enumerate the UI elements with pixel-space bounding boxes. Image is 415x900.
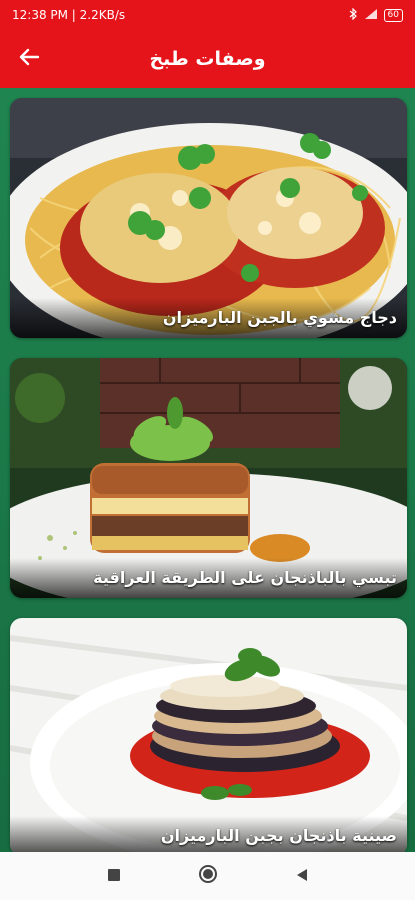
arrow-left-icon [19, 48, 40, 70]
recipe-card[interactable]: صينية باذنجان بجبن البارميزان [10, 618, 407, 856]
recipe-card[interactable]: دجاج مشوي بالجبن البارميزان [10, 98, 407, 338]
signal-icon [364, 8, 378, 23]
system-nav-bar [0, 852, 415, 900]
recents-button[interactable] [102, 864, 126, 888]
back-nav-button[interactable] [290, 864, 314, 888]
recipe-list[interactable]: دجاج مشوي بالجبن البارميزان تبسي بالباذن… [0, 88, 415, 856]
recipe-title: صينية باذنجان بجبن البارميزان [10, 816, 407, 856]
circle-icon [198, 864, 218, 888]
battery-icon: 60 [383, 8, 403, 22]
app-bar: وصفات طبخ [0, 30, 415, 88]
bluetooth-icon [348, 7, 358, 23]
status-bar: 12:38 PM | 2.2KB/s 60 [0, 0, 415, 30]
recipe-card[interactable]: تبسي بالباذنجان على الطريقة العراقية [10, 358, 407, 598]
triangle-back-icon [295, 867, 309, 886]
recipe-title: تبسي بالباذنجان على الطريقة العراقية [10, 558, 407, 598]
status-icons: 60 [348, 7, 403, 23]
square-icon [107, 867, 121, 886]
home-button[interactable] [196, 864, 220, 888]
back-button[interactable] [14, 44, 44, 74]
status-time: 12:38 PM | 2.2KB/s [12, 8, 126, 22]
recipe-title: دجاج مشوي بالجبن البارميزان [10, 298, 407, 338]
page-title: وصفات طبخ [149, 48, 266, 70]
